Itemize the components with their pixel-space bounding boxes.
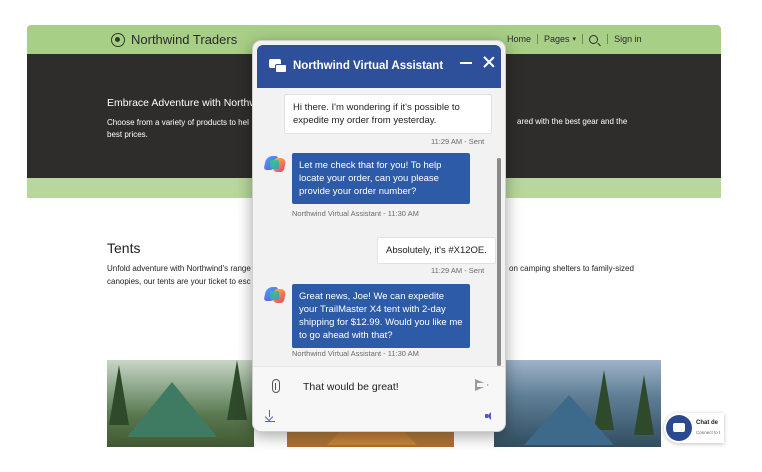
- attach-icon[interactable]: [272, 379, 280, 393]
- chat-title: Northwind Virtual Assistant: [293, 60, 444, 72]
- nav-divider: [582, 34, 584, 44]
- brand-name: Northwind Traders: [131, 32, 238, 47]
- nav-signin-link[interactable]: Sign in: [614, 34, 642, 44]
- tree-shape: [227, 360, 247, 420]
- tent-shape: [524, 395, 614, 445]
- message-meta: Northwind Virtual Assistant - 11:30 AM: [292, 209, 419, 218]
- hero-text-right: ared with the best gear and the: [517, 117, 628, 126]
- hero-title: Embrace Adventure with Northwi: [107, 97, 260, 109]
- copilot-avatar-icon: [263, 285, 287, 305]
- minimize-icon[interactable]: [460, 62, 472, 64]
- user-message: Hi there. I'm wondering if it's possible…: [284, 94, 492, 134]
- chat-bubble-icon: [673, 423, 685, 432]
- copilot-avatar-icon: [263, 154, 287, 174]
- bot-message: Great news, Joe! We can expedite your Tr…: [292, 284, 470, 348]
- chat-window: Northwind Virtual Assistant Hi there. I'…: [252, 40, 506, 432]
- site-nav: Home Pages ▾ Sign in: [507, 34, 642, 44]
- nav-divider: [607, 34, 609, 44]
- tree-shape: [634, 375, 654, 435]
- nav-pages-link[interactable]: Pages: [544, 34, 570, 44]
- hero-text-line2: best prices.: [107, 130, 148, 139]
- chat-input[interactable]: That would be great!: [303, 381, 399, 393]
- tent-shape: [127, 382, 217, 437]
- section-title: Tents: [107, 240, 141, 256]
- section-text: Unfold adventure with Northwind's range …: [107, 262, 267, 288]
- brand[interactable]: Northwind Traders: [111, 32, 237, 47]
- launcher-subtitle: Connect to t: [696, 430, 721, 435]
- chat-scrollbar[interactable]: [497, 158, 501, 366]
- close-icon[interactable]: [482, 55, 496, 69]
- search-icon[interactable]: [589, 34, 599, 44]
- brand-logo-icon: [111, 32, 125, 47]
- message-meta: Northwind Virtual Assistant - 11:30 AM: [292, 349, 419, 358]
- hero-text-left: Choose from a variety of products to hel: [107, 118, 249, 127]
- section-text-line2: canopies, our tents are your ticket to e…: [107, 277, 251, 286]
- tent-photo-forest[interactable]: [107, 360, 254, 447]
- tree-shape: [109, 365, 129, 425]
- chat-launcher[interactable]: Chat de Connect to t: [664, 413, 724, 443]
- message-meta: 11:29 AM - Sent: [431, 266, 485, 275]
- launcher-title: Chat de: [696, 420, 719, 426]
- nav-divider: [537, 34, 539, 44]
- chat-launcher-button[interactable]: [666, 415, 692, 441]
- download-icon[interactable]: [264, 410, 275, 423]
- chat-input-area: That would be great!: [253, 366, 505, 431]
- section-text-right: on camping shelters to family-sized: [509, 264, 634, 273]
- tent-photo-mountain[interactable]: [494, 360, 661, 447]
- bot-message: Let me check that for you! To help locat…: [292, 153, 470, 204]
- chat-bubbles-icon: [269, 59, 287, 73]
- user-message: Absolutely, it's #X12OE.: [377, 237, 496, 264]
- nav-home-link[interactable]: Home: [507, 34, 531, 44]
- chevron-down-icon: ▾: [572, 36, 577, 43]
- section-text-line1: Unfold adventure with Northwind's range: [107, 264, 251, 273]
- message-meta: 11:29 AM - Sent: [431, 137, 485, 146]
- send-icon[interactable]: [475, 379, 489, 391]
- chat-header: Northwind Virtual Assistant: [257, 45, 501, 88]
- speaker-icon[interactable]: [485, 412, 491, 420]
